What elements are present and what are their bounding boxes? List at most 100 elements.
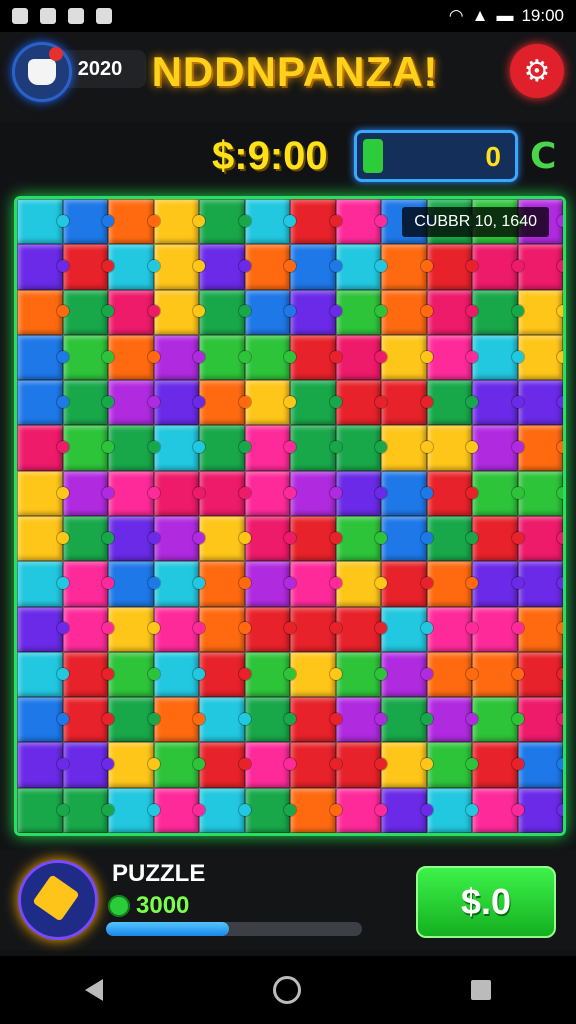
puzzle-piece[interactable]: [108, 515, 159, 562]
puzzle-piece[interactable]: [244, 515, 296, 562]
puzzle-piece[interactable]: [62, 787, 114, 833]
puzzle-piece[interactable]: [17, 425, 68, 471]
puzzle-piece[interactable]: [290, 380, 341, 426]
puzzle-piece[interactable]: [517, 697, 563, 743]
puzzle-piece[interactable]: [244, 380, 296, 426]
puzzle-piece[interactable]: [472, 606, 523, 652]
puzzle-piece[interactable]: [381, 606, 432, 652]
puzzle-piece[interactable]: [108, 697, 159, 743]
puzzle-piece[interactable]: [244, 289, 296, 335]
puzzle-piece[interactable]: [108, 425, 159, 471]
puzzle-piece[interactable]: [517, 515, 563, 562]
home-icon[interactable]: [273, 976, 301, 1004]
settings-button[interactable]: ⚙: [510, 44, 564, 98]
puzzle-piece[interactable]: [108, 380, 159, 426]
puzzle-piece[interactable]: [17, 470, 68, 516]
puzzle-piece[interactable]: [244, 334, 296, 381]
puzzle-piece[interactable]: [426, 289, 478, 335]
puzzle-piece[interactable]: [381, 742, 432, 788]
puzzle-piece[interactable]: [381, 380, 432, 426]
puzzle-piece[interactable]: [153, 380, 205, 426]
puzzle-piece[interactable]: [62, 380, 114, 426]
puzzle-piece[interactable]: [153, 697, 205, 743]
puzzle-piece[interactable]: [108, 199, 159, 245]
puzzle-piece[interactable]: [472, 244, 523, 290]
puzzle-piece[interactable]: [335, 199, 387, 245]
puzzle-piece[interactable]: [517, 606, 563, 652]
puzzle-piece[interactable]: [199, 742, 250, 788]
puzzle-piece[interactable]: [153, 425, 205, 471]
puzzle-piece[interactable]: [17, 561, 68, 607]
puzzle-piece[interactable]: [199, 606, 250, 652]
puzzle-piece[interactable]: [199, 289, 250, 335]
puzzle-piece[interactable]: [335, 787, 387, 833]
puzzle-piece[interactable]: [153, 561, 205, 607]
puzzle-piece[interactable]: [381, 787, 432, 833]
puzzle-piece[interactable]: [17, 334, 68, 381]
puzzle-piece[interactable]: [335, 742, 387, 788]
puzzle-piece[interactable]: [62, 561, 114, 607]
puzzle-piece[interactable]: [335, 606, 387, 652]
puzzle-piece[interactable]: [62, 697, 114, 743]
puzzle-piece[interactable]: [335, 289, 387, 335]
puzzle-piece[interactable]: [153, 289, 205, 335]
puzzle-piece[interactable]: [290, 787, 341, 833]
puzzle-piece[interactable]: [153, 515, 205, 562]
puzzle-piece[interactable]: [62, 651, 114, 698]
puzzle-piece[interactable]: [153, 742, 205, 788]
puzzle-piece[interactable]: [335, 244, 387, 290]
puzzle-piece[interactable]: [290, 289, 341, 335]
puzzle-piece[interactable]: [153, 651, 205, 698]
puzzle-piece[interactable]: [153, 334, 205, 381]
puzzle-piece[interactable]: [426, 380, 478, 426]
puzzle-piece[interactable]: [472, 561, 523, 607]
puzzle-piece[interactable]: [153, 470, 205, 516]
puzzle-piece[interactable]: [290, 606, 341, 652]
avatar[interactable]: [12, 42, 72, 102]
puzzle-piece[interactable]: [290, 199, 341, 245]
puzzle-piece[interactable]: [472, 334, 523, 381]
puzzle-piece[interactable]: [426, 425, 478, 471]
puzzle-piece[interactable]: [153, 606, 205, 652]
puzzle-piece[interactable]: [290, 561, 341, 607]
puzzle-piece[interactable]: [517, 742, 563, 788]
puzzle-piece[interactable]: [108, 244, 159, 290]
puzzle-piece[interactable]: [244, 651, 296, 698]
puzzle-piece[interactable]: [17, 787, 68, 833]
puzzle-piece[interactable]: [381, 470, 432, 516]
puzzle-piece[interactable]: [199, 561, 250, 607]
refresh-icon[interactable]: C: [530, 136, 556, 177]
puzzle-piece[interactable]: [290, 515, 341, 562]
puzzle-piece[interactable]: [472, 651, 523, 698]
puzzle-piece[interactable]: [381, 289, 432, 335]
puzzle-piece[interactable]: [62, 334, 114, 381]
puzzle-piece[interactable]: [199, 470, 250, 516]
puzzle-piece[interactable]: [17, 742, 68, 788]
puzzle-piece[interactable]: [381, 651, 432, 698]
puzzle-piece[interactable]: [17, 515, 68, 562]
puzzle-piece[interactable]: [426, 742, 478, 788]
puzzle-piece[interactable]: [199, 199, 250, 245]
puzzle-piece[interactable]: [381, 425, 432, 471]
puzzle-piece[interactable]: [335, 470, 387, 516]
puzzle-piece[interactable]: [335, 561, 387, 607]
puzzle-piece[interactable]: [472, 425, 523, 471]
puzzle-piece[interactable]: [17, 199, 68, 245]
puzzle-piece[interactable]: [244, 244, 296, 290]
puzzle-piece[interactable]: [426, 561, 478, 607]
puzzle-piece[interactable]: [472, 697, 523, 743]
puzzle-piece[interactable]: [244, 199, 296, 245]
puzzle-piece[interactable]: [244, 742, 296, 788]
puzzle-piece[interactable]: [426, 244, 478, 290]
puzzle-piece[interactable]: [426, 787, 478, 833]
recent-apps-icon[interactable]: [471, 980, 491, 1000]
puzzle-piece[interactable]: [517, 787, 563, 833]
puzzle-piece[interactable]: [108, 470, 159, 516]
puzzle-piece[interactable]: [199, 425, 250, 471]
puzzle-piece[interactable]: [244, 425, 296, 471]
puzzle-piece[interactable]: [62, 199, 114, 245]
puzzle-piece[interactable]: [244, 787, 296, 833]
puzzle-piece[interactable]: [62, 470, 114, 516]
puzzle-piece[interactable]: [244, 606, 296, 652]
puzzle-piece[interactable]: [517, 244, 563, 290]
